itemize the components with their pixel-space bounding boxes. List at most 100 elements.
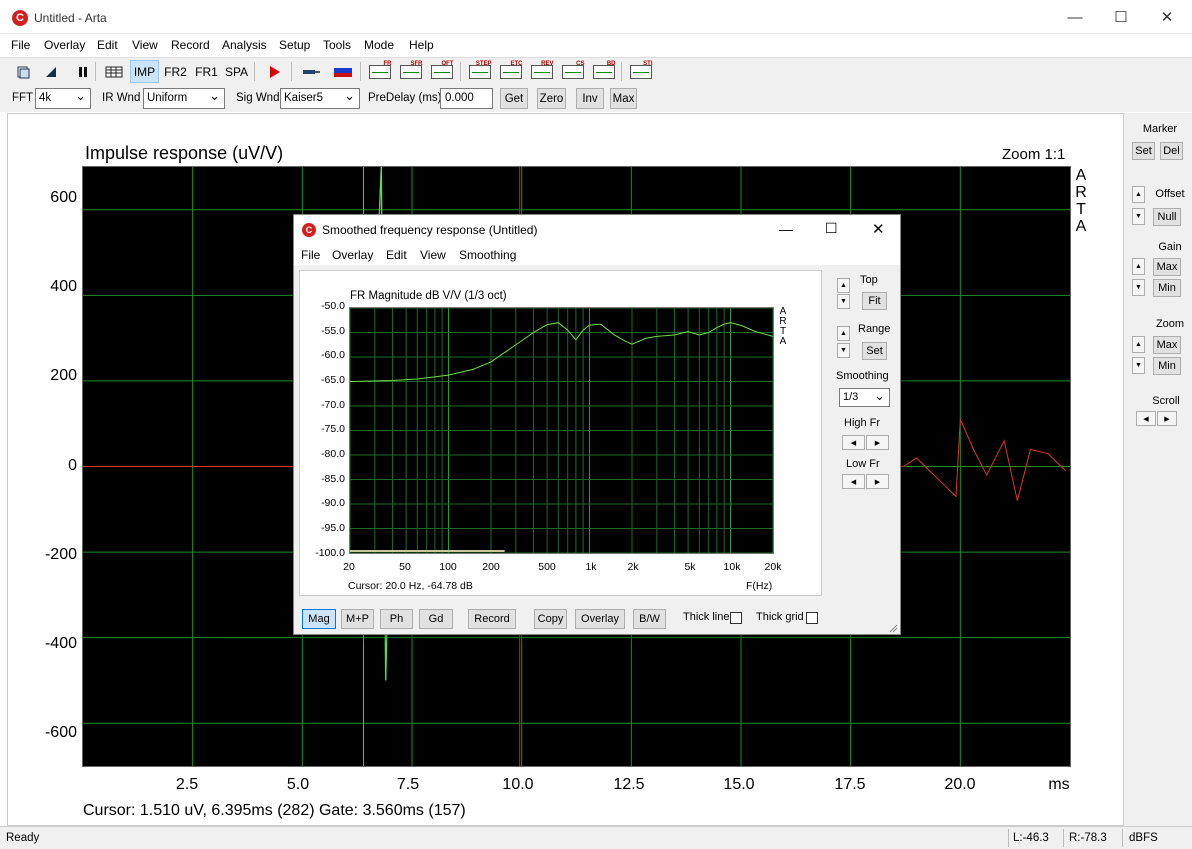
fr-analysis-icon[interactable]: FR: [365, 60, 394, 83]
top-down-icon[interactable]: ▼: [837, 294, 850, 309]
probe-icon[interactable]: [296, 60, 325, 83]
menu-analysis[interactable]: Analysis: [222, 38, 267, 52]
fr-x-tick: 10k: [723, 561, 741, 573]
thick-grid-checkbox[interactable]: [806, 612, 818, 624]
burst-decay-icon[interactable]: BD: [589, 60, 618, 83]
table-icon[interactable]: [99, 60, 128, 83]
fr-plot[interactable]: [349, 307, 774, 554]
open-file-icon[interactable]: [8, 60, 37, 83]
zoom-max-button[interactable]: Max: [1153, 336, 1181, 354]
cumulative-spectrum-icon[interactable]: CS: [558, 60, 587, 83]
sti-icon[interactable]: STI: [626, 60, 655, 83]
top-up-icon[interactable]: ▲: [837, 278, 850, 293]
gain-down-icon[interactable]: ▼: [1132, 279, 1145, 296]
bw-button[interactable]: B/W: [633, 609, 666, 629]
zoom-down-icon[interactable]: ▼: [1132, 357, 1145, 374]
fr-y-tick: -80.0: [321, 448, 345, 460]
fit-button[interactable]: Fit: [862, 292, 887, 310]
gain-up-icon[interactable]: ▲: [1132, 258, 1145, 275]
range-set-button[interactable]: Set: [862, 342, 887, 360]
menu-help[interactable]: Help: [409, 38, 434, 52]
y-tick-200: 200: [50, 367, 77, 384]
range-down-icon[interactable]: ▼: [837, 343, 850, 358]
dialog-minimize-icon[interactable]: —: [779, 221, 793, 237]
reverb-icon[interactable]: REV: [527, 60, 556, 83]
spectrum-color-icon[interactable]: [328, 60, 357, 83]
dialog-menu-overlay[interactable]: Overlay: [332, 248, 373, 262]
overlay-button[interactable]: Overlay: [575, 609, 625, 629]
generator-icon[interactable]: [36, 60, 65, 83]
fr-y-tick: -60.0: [321, 349, 345, 361]
marker-label: Marker: [1142, 123, 1178, 135]
fr1-button[interactable]: FR1: [192, 60, 221, 83]
close-icon[interactable]: ✕: [1144, 0, 1190, 34]
copy-button[interactable]: Copy: [534, 609, 567, 629]
options-bar: FFT 4k IR Wnd Uniform Sig Wnd Kaiser5 Pr…: [0, 84, 1192, 112]
stop-icon[interactable]: [68, 60, 97, 83]
gain-min-button[interactable]: Min: [1153, 279, 1181, 297]
max-button[interactable]: Max: [610, 88, 637, 109]
arta-vertical-logo: ARTA: [1075, 167, 1087, 235]
dialog-menu-smoothing[interactable]: Smoothing: [459, 248, 516, 262]
menu-setup[interactable]: Setup: [279, 38, 310, 52]
record-button[interactable]: Record: [468, 609, 516, 629]
zoom-min-button[interactable]: Min: [1153, 357, 1181, 375]
marker-del-button[interactable]: Del: [1160, 142, 1183, 160]
sfr-analysis-icon[interactable]: SFR: [396, 60, 425, 83]
imp-button[interactable]: IMP: [130, 60, 159, 83]
fr-chart-svg[interactable]: [349, 307, 774, 554]
fr-y-tick: -50.0: [321, 300, 345, 312]
menu-tools[interactable]: Tools: [323, 38, 351, 52]
menu-overlay[interactable]: Overlay: [44, 38, 85, 52]
dialog-menu-file[interactable]: File: [301, 248, 320, 262]
menu-view[interactable]: View: [132, 38, 158, 52]
menu-mode[interactable]: Mode: [364, 38, 394, 52]
low-fr-right-icon[interactable]: ▶: [866, 474, 889, 489]
spa-button[interactable]: SPA: [222, 60, 251, 83]
scroll-right-icon[interactable]: ▶: [1157, 411, 1177, 426]
dialog-menu-edit[interactable]: Edit: [386, 248, 407, 262]
group-delay-button[interactable]: Gd: [419, 609, 453, 629]
smoothing-select[interactable]: 1/3: [839, 388, 890, 407]
offset-null-button[interactable]: Null: [1153, 208, 1181, 226]
fr-x-tick: 20k: [764, 561, 782, 573]
menu-record[interactable]: Record: [171, 38, 210, 52]
magphase-button[interactable]: M+P: [341, 609, 374, 629]
right-control-panel: Marker Set Del ▲ ▼ Offset Null Gain ▲ ▼ …: [1124, 113, 1192, 826]
menu-edit[interactable]: Edit: [97, 38, 118, 52]
resize-grip-icon[interactable]: [888, 623, 898, 633]
oft-analysis-icon[interactable]: OFT: [427, 60, 456, 83]
phase-button[interactable]: Ph: [380, 609, 413, 629]
inv-button[interactable]: Inv: [576, 88, 604, 109]
dialog-close-icon[interactable]: ✕: [872, 220, 885, 238]
range-up-icon[interactable]: ▲: [837, 326, 850, 341]
menu-file[interactable]: File: [11, 38, 30, 52]
irwnd-select[interactable]: Uniform: [143, 88, 225, 109]
step-response-icon[interactable]: STEP: [465, 60, 494, 83]
offset-label: Offset: [1155, 188, 1185, 200]
scroll-left-icon[interactable]: ◀: [1136, 411, 1156, 426]
low-fr-left-icon[interactable]: ◀: [842, 474, 865, 489]
predelay-input[interactable]: 0.000: [440, 88, 493, 109]
record-play-icon[interactable]: [259, 60, 288, 83]
etc-icon[interactable]: ETC: [496, 60, 525, 83]
minimize-icon[interactable]: —: [1052, 0, 1098, 34]
zoom-up-icon[interactable]: ▲: [1132, 336, 1145, 353]
high-fr-right-icon[interactable]: ▶: [866, 435, 889, 450]
marker-set-button[interactable]: Set: [1132, 142, 1155, 160]
gain-max-button[interactable]: Max: [1153, 258, 1181, 276]
dialog-maximize-icon[interactable]: ☐: [825, 220, 838, 237]
thick-line-checkbox[interactable]: [730, 612, 742, 624]
gain-label: Gain: [1158, 241, 1182, 253]
offset-down-icon[interactable]: ▼: [1132, 208, 1145, 225]
fr2-button[interactable]: FR2: [161, 60, 190, 83]
offset-up-icon[interactable]: ▲: [1132, 186, 1145, 203]
zero-button[interactable]: Zero: [537, 88, 566, 109]
sigwnd-select[interactable]: Kaiser5: [280, 88, 360, 109]
dialog-menu-view[interactable]: View: [420, 248, 446, 262]
fft-select[interactable]: 4k: [35, 88, 91, 109]
mag-button[interactable]: Mag: [302, 609, 336, 629]
get-button[interactable]: Get: [500, 88, 528, 109]
high-fr-left-icon[interactable]: ◀: [842, 435, 865, 450]
maximize-icon[interactable]: ☐: [1098, 0, 1144, 34]
